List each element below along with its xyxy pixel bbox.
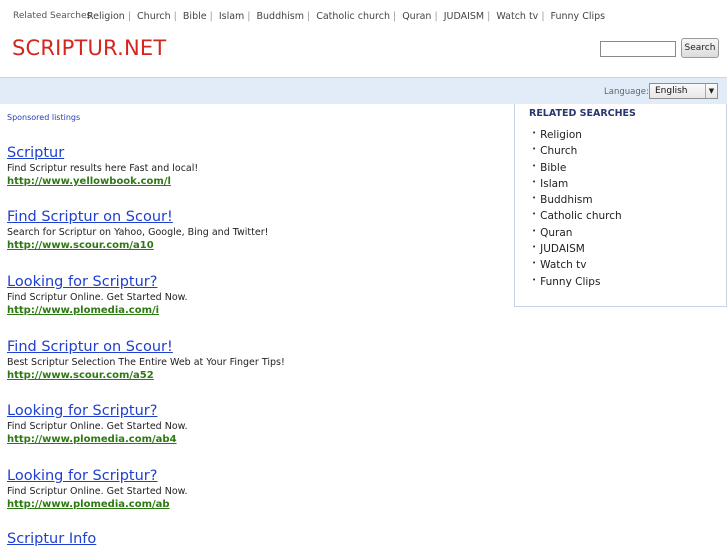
site-logo[interactable]: SCRIPTUR.NET xyxy=(12,36,166,60)
bullet-icon: • xyxy=(532,129,537,137)
separator: | xyxy=(392,11,397,22)
listing-title[interactable]: Looking for Scriptur? xyxy=(7,274,188,291)
top-link-bible[interactable]: Bible xyxy=(183,11,207,22)
listing-title[interactable]: Find Scriptur on Scour! xyxy=(7,339,285,356)
listing-url[interactable]: http://www.scour.com/a52 xyxy=(7,369,285,382)
bullet-icon: • xyxy=(532,194,537,203)
listing-title[interactable]: Scriptur Info xyxy=(7,531,96,548)
listing-title[interactable]: Looking for Scriptur? xyxy=(7,468,188,485)
bullet-icon: • xyxy=(532,177,537,186)
search-input[interactable] xyxy=(600,41,676,57)
listing-description: Search for Scriptur on Yahoo, Google, Bi… xyxy=(7,227,269,238)
bullet-icon: • xyxy=(532,275,537,284)
bullet-icon: • xyxy=(532,243,537,252)
related-item-judaism[interactable]: • JUDAISM xyxy=(532,243,622,259)
related-link[interactable]: Bible xyxy=(540,162,566,174)
top-link-funny-clips[interactable]: Funny Clips xyxy=(551,11,606,22)
listing-url[interactable]: http://www.plomedia.com/ab xyxy=(7,498,188,511)
sponsored-listings-label: Sponsored listings xyxy=(7,113,81,122)
related-item-religion[interactable]: • Religion xyxy=(532,129,622,145)
listing: Find Scriptur on Scour! Best Scriptur Se… xyxy=(7,339,285,382)
listing-description: Find Scriptur Online. Get Started Now. xyxy=(7,421,188,432)
listing-url[interactable]: http://www.yellowbook.com/l xyxy=(7,175,198,188)
top-link-islam[interactable]: Islam xyxy=(219,11,244,22)
listing-description: Find Scriptur Online. Get Started Now. xyxy=(7,292,188,303)
related-link[interactable]: Islam xyxy=(540,178,568,190)
related-link[interactable]: Quran xyxy=(540,227,572,239)
related-item-catholic-church[interactable]: • Catholic church xyxy=(532,210,622,226)
related-item-watch-tv[interactable]: • Watch tv xyxy=(532,259,622,275)
separator: | xyxy=(209,11,213,22)
related-link[interactable]: JUDAISM xyxy=(540,243,585,255)
top-link-watch-tv[interactable]: Watch tv xyxy=(496,11,538,22)
related-item-funny-clips[interactable]: • Funny Clips xyxy=(532,276,622,292)
top-link-church[interactable]: Church xyxy=(137,11,171,22)
top-related-links: Religion | Church | Bible | Islam | Buddhism… xyxy=(87,11,605,22)
listing-description: Best Scriptur Selection The Entire Web a… xyxy=(7,357,285,368)
related-item-buddhism[interactable]: • Buddhism xyxy=(532,194,622,210)
top-link-religion[interactable]: Religion xyxy=(87,11,125,22)
listing-title[interactable]: Scriptur xyxy=(7,145,198,162)
listing-title[interactable]: Find Scriptur on Scour! xyxy=(7,209,268,226)
related-link[interactable]: Church xyxy=(540,145,577,157)
top-related-bar: Related Searches Religion | Church | Bible… xyxy=(0,0,727,32)
related-searches-list: • Religion • Church • Bible • Islam • Buddhis… xyxy=(532,129,622,292)
top-link-buddhism[interactable]: Buddhism xyxy=(257,11,304,22)
related-link[interactable]: Catholic church xyxy=(540,210,622,222)
listing: Looking for Scriptur? Find Scriptur Onli… xyxy=(7,274,188,317)
listing: Looking for Scriptur? Find Scriptur Onli… xyxy=(7,468,188,511)
listing-url[interactable]: http://www.plomedia.com/i xyxy=(7,304,188,317)
related-link[interactable]: Funny Clips xyxy=(540,276,600,288)
top-link-judaism[interactable]: JUDAISM xyxy=(444,11,484,22)
language-selected-value: English xyxy=(655,86,688,96)
language-select[interactable]: English ▼ xyxy=(649,83,718,99)
separator: | xyxy=(487,11,491,22)
bullet-icon: • xyxy=(532,145,537,154)
bullet-icon: • xyxy=(532,161,537,170)
related-item-church[interactable]: • Church xyxy=(532,145,622,161)
listing-description: Find Scriptur results here Fast and loca… xyxy=(7,163,199,174)
separator: | xyxy=(434,11,438,22)
related-link[interactable]: Religion xyxy=(540,129,582,141)
related-searches-panel: RELATED SEARCHES • Religion • Church • Bibl… xyxy=(514,104,727,307)
search-button[interactable]: Search xyxy=(681,38,719,58)
related-searches-label: Related Searches xyxy=(13,11,92,21)
listing-url[interactable]: http://www.plomedia.com/ab4 xyxy=(7,433,188,446)
listing-description: Find Scriptur Online. Get Started Now. xyxy=(7,486,188,497)
listing-url[interactable]: http://www.scour.com/a10 xyxy=(7,239,268,252)
separator: | xyxy=(306,11,311,22)
listing: Looking for Scriptur? Find Scriptur Onli… xyxy=(7,403,188,446)
related-item-bible[interactable]: • Bible xyxy=(532,162,622,178)
listing: Scriptur Find Scriptur results here Fast… xyxy=(7,145,198,188)
related-item-islam[interactable]: • Islam xyxy=(532,178,622,194)
related-link[interactable]: Buddhism xyxy=(540,194,592,206)
language-label: Language: xyxy=(604,87,649,97)
related-link[interactable]: Watch tv xyxy=(540,259,586,271)
separator: | xyxy=(247,11,251,22)
related-item-quran[interactable]: • Quran xyxy=(532,227,622,243)
listing: Find Scriptur on Scour! Search for Scrip… xyxy=(7,209,268,252)
listing-title[interactable]: Looking for Scriptur? xyxy=(7,403,188,420)
separator: | xyxy=(541,11,545,22)
listing: Scriptur Info xyxy=(7,531,96,548)
top-link-quran[interactable]: Quran xyxy=(402,11,431,22)
related-searches-heading: RELATED SEARCHES xyxy=(529,108,636,119)
separator: | xyxy=(173,11,177,22)
bullet-icon: • xyxy=(532,226,537,235)
separator: | xyxy=(127,11,132,22)
bullet-icon: • xyxy=(532,259,537,268)
dropdown-arrow-icon[interactable]: ▼ xyxy=(705,84,717,98)
language-bar: Language: English ▼ xyxy=(0,77,727,104)
top-link-catholic-church[interactable]: Catholic church xyxy=(316,11,390,22)
bullet-icon: • xyxy=(532,210,537,219)
